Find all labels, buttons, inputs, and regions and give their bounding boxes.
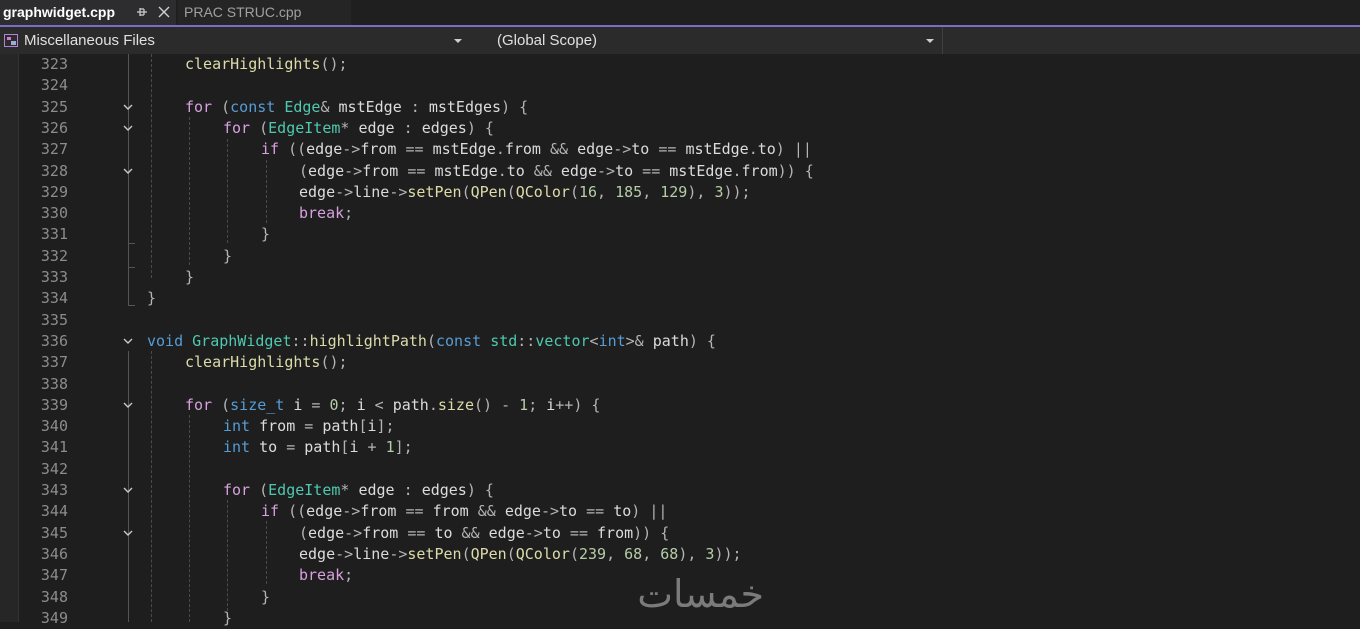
- code-text: for (const Edge& mstEdge : mstEdges) {: [185, 97, 529, 116]
- code-text: }: [261, 225, 271, 244]
- code-text: (edge->from == to && edge->to == from)) …: [299, 523, 670, 542]
- navigation-bar: Miscellaneous Files (Global Scope): [0, 27, 1360, 54]
- code-text: int from = path[i];: [223, 417, 395, 436]
- line-number: 341: [40, 438, 68, 457]
- code-line[interactable]: 324: [0, 75, 1360, 96]
- fold-chevron-down-icon[interactable]: [120, 395, 136, 416]
- line-number: 331: [40, 225, 68, 244]
- document-tab-bar: graphwidget.cpp PRAC STRUC.cpp: [0, 0, 1360, 26]
- code-line[interactable]: 342: [0, 459, 1360, 480]
- code-text: edge->line->setPen(QPen(QColor(16, 185, …: [299, 182, 751, 201]
- code-text: }: [147, 289, 157, 308]
- line-number: 332: [40, 246, 68, 265]
- code-text: for (EdgeItem* edge : edges) {: [223, 481, 494, 499]
- fold-chevron-down-icon[interactable]: [120, 97, 136, 118]
- tab-title: PRAC STRUC.cpp: [184, 4, 302, 20]
- code-text: }: [185, 268, 195, 286]
- cpp-file-icon: [4, 34, 18, 47]
- project-dropdown-value: Miscellaneous Files: [24, 32, 155, 49]
- line-number: 324: [40, 76, 68, 95]
- code-text: for (size_t i = 0; i < path.size() - 1; …: [185, 395, 601, 414]
- line-number: 342: [40, 459, 68, 478]
- code-line[interactable]: 329 edge->line->setPen(QPen(QColor(16, 18…: [0, 182, 1360, 203]
- code-text: (edge->from == mstEdge.to && edge->to ==…: [299, 161, 814, 180]
- line-number: 336: [40, 331, 68, 350]
- code-text: clearHighlights();: [185, 353, 348, 372]
- code-line[interactable]: 344 if ((edge->from == from && edge->to =…: [0, 501, 1360, 522]
- code-line[interactable]: 323 clearHighlights();: [0, 54, 1360, 75]
- line-number: 327: [40, 140, 68, 159]
- line-number: 326: [40, 118, 68, 137]
- code-line[interactable]: 345 (edge->from == to && edge->to == from…: [0, 523, 1360, 544]
- code-line[interactable]: 325 for (const Edge& mstEdge : mstEdges) …: [0, 97, 1360, 118]
- scope-dropdown-value: (Global Scope): [497, 32, 598, 49]
- line-number: 348: [40, 587, 68, 606]
- code-line[interactable]: 330 break;: [0, 203, 1360, 224]
- code-line[interactable]: 340 int from = path[i];: [0, 416, 1360, 437]
- line-number: 334: [40, 289, 68, 308]
- scope-dropdown[interactable]: (Global Scope): [490, 30, 940, 52]
- code-text: void GraphWidget::highlightPath(const st…: [147, 331, 716, 350]
- code-line[interactable]: 335: [0, 310, 1360, 331]
- code-line[interactable]: 336 void GraphWidget::highlightPath(const…: [0, 331, 1360, 352]
- code-line[interactable]: 332}: [0, 246, 1360, 267]
- code-text: break;: [299, 204, 354, 223]
- tab-graphwidget-cpp[interactable]: graphwidget.cpp: [0, 0, 176, 25]
- fold-chevron-down-icon[interactable]: [120, 523, 136, 544]
- line-number: 329: [40, 182, 68, 201]
- fold-chevron-down-icon[interactable]: [120, 331, 136, 352]
- line-number: 347: [40, 566, 68, 585]
- line-number: 344: [40, 502, 68, 521]
- line-number: 337: [40, 353, 68, 372]
- line-number: 345: [40, 523, 68, 542]
- line-number: 328: [40, 161, 68, 180]
- code-line[interactable]: 338: [0, 374, 1360, 395]
- fold-chevron-down-icon[interactable]: [120, 161, 136, 182]
- line-number: 343: [40, 481, 68, 499]
- tab-title: graphwidget.cpp: [3, 4, 115, 20]
- tab-prac-struc-cpp[interactable]: PRAC STRUC.cpp: [178, 0, 351, 25]
- watermark-logo: خمسات: [637, 572, 764, 616]
- code-text: edge->line->setPen(QPen(QColor(239, 68, …: [299, 544, 742, 563]
- code-line[interactable]: 339 for (size_t i = 0; i < path.size() - …: [0, 395, 1360, 416]
- code-text: break;: [299, 566, 354, 585]
- line-number: 349: [40, 608, 68, 627]
- line-number: 339: [40, 395, 68, 414]
- code-text: if ((edge->from == mstEdge.from && edge-…: [261, 140, 812, 159]
- project-dropdown[interactable]: Miscellaneous Files: [0, 30, 466, 52]
- code-text: }: [223, 608, 233, 627]
- line-number: 346: [40, 544, 68, 563]
- code-line[interactable]: 327 if ((edge->from == mstEdge.from && ed…: [0, 139, 1360, 160]
- line-number: 330: [40, 204, 68, 223]
- code-line[interactable]: 337 clearHighlights();: [0, 352, 1360, 373]
- code-line[interactable]: 341 int to = path[i + 1];: [0, 437, 1360, 458]
- code-line[interactable]: 326 for (EdgeItem* edge : edges) {: [0, 118, 1360, 139]
- pin-icon[interactable]: [134, 0, 150, 25]
- code-line[interactable]: 343 for (EdgeItem* edge : edges) {: [0, 480, 1360, 501]
- code-text: for (EdgeItem* edge : edges) {: [223, 118, 494, 137]
- fold-chevron-down-icon[interactable]: [120, 480, 136, 501]
- code-line[interactable]: 334}: [0, 288, 1360, 309]
- close-icon[interactable]: [156, 0, 172, 25]
- line-number: 340: [40, 417, 68, 436]
- code-text: }: [261, 587, 271, 606]
- line-number: 325: [40, 97, 68, 116]
- navbar-divider: [942, 27, 943, 54]
- line-number: 333: [40, 268, 68, 286]
- code-line[interactable]: 346 edge->line->setPen(QPen(QColor(239, 6…: [0, 544, 1360, 565]
- code-line[interactable]: 333}: [0, 267, 1360, 288]
- line-number: 338: [40, 374, 68, 393]
- fold-chevron-down-icon[interactable]: [120, 118, 136, 139]
- code-text: }: [223, 246, 233, 265]
- code-line[interactable]: 331}: [0, 224, 1360, 245]
- line-number: 335: [40, 310, 68, 329]
- code-text: if ((edge->from == from && edge->to == t…: [261, 502, 668, 521]
- code-text: clearHighlights();: [185, 55, 348, 73]
- code-text: int to = path[i + 1];: [223, 438, 413, 457]
- line-number: 323: [40, 55, 68, 73]
- code-line[interactable]: 328 (edge->from == mstEdge.to && edge->to…: [0, 161, 1360, 182]
